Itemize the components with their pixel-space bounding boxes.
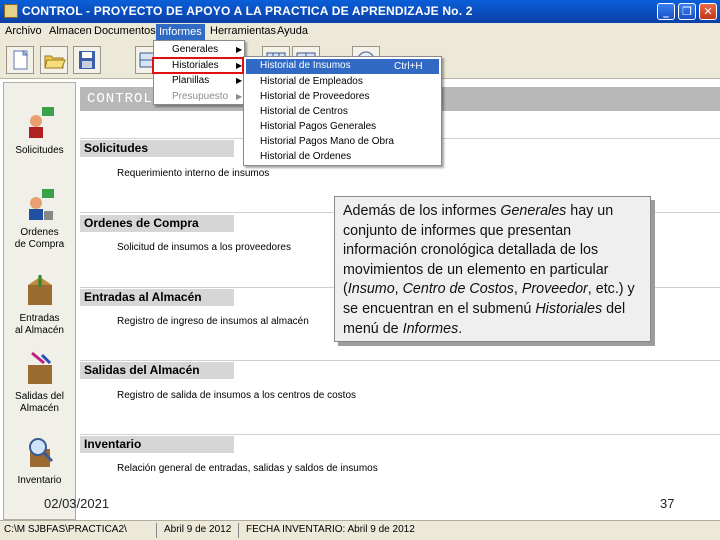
window-title: CONTROL - PROYECTO DE APOYO A LA PRACTIC… (22, 4, 473, 18)
menu-item-historial-centros[interactable]: Historial de Centros (260, 106, 348, 117)
section-link-salidas[interactable]: Registro de salida de insumos a los cent… (117, 390, 356, 401)
slide-page-number: 37 (660, 496, 675, 511)
box-in-icon (22, 273, 58, 307)
section-link-ordenes[interactable]: Solicitud de insumos a los proveedores (117, 242, 291, 253)
new-document-icon (13, 49, 29, 70)
save-button[interactable] (73, 46, 101, 74)
menu-herramientas[interactable]: Herramientas (210, 25, 276, 37)
menu-item-presupuesto: Presupuesto (172, 91, 229, 102)
close-button[interactable]: ✕ (699, 3, 717, 20)
sidebar-item-ordenes-compra[interactable]: Ordenes de Compra (4, 187, 75, 251)
status-inventory-date: FECHA INVENTARIO: Abril 9 de 2012 (246, 524, 415, 535)
minimize-button[interactable]: _ (657, 3, 675, 20)
explanation-callout: Además de los informes Generales hay un … (334, 196, 651, 342)
sidebar-item-label: Ordenes de Compra (14, 227, 65, 250)
menu-item-historial-insumos[interactable]: Historial de Insumos (260, 60, 351, 71)
section-header-solicitudes: Solicitudes (80, 140, 234, 157)
menu-item-historial-proveedores[interactable]: Historial de Proveedores (260, 91, 370, 102)
menu-informes[interactable]: Informes (156, 24, 205, 40)
submenu-arrow-icon: ▶ (236, 76, 243, 85)
menu-item-historial-pagos-mano-obra[interactable]: Historial Pagos Mano de Obra (260, 136, 394, 147)
menu-item-generales[interactable]: Generales (172, 44, 218, 55)
menu-bar: Archivo Almacen Documentos Informes Herr… (0, 23, 720, 41)
menu-item-planillas[interactable]: Planillas (172, 75, 209, 86)
sidebar-item-label: Entradas al Almacén (15, 313, 64, 336)
restore-button[interactable]: ❐ (678, 3, 696, 20)
section-header-salidas: Salidas del Almacén (80, 362, 234, 379)
sidebar-item-label: Solicitudes (15, 145, 64, 156)
section-link-inventario[interactable]: Relación general de entradas, salidas y … (117, 463, 378, 474)
sidebar-item-inventario[interactable]: Inventario (4, 435, 75, 487)
menu-almacen[interactable]: Almacen (49, 25, 92, 37)
menu-documentos[interactable]: Documentos (94, 25, 156, 37)
section-header-entradas: Entradas al Almacén (80, 289, 234, 306)
submenu-arrow-icon: ▶ (236, 92, 243, 101)
section-divider (80, 434, 720, 435)
sidebar-item-label: Inventario (17, 475, 62, 486)
menu-item-historial-pagos-generales[interactable]: Historial Pagos Generales (260, 121, 376, 132)
sidebar-item-solicitudes[interactable]: Solicitudes (4, 105, 75, 157)
person-request-icon (22, 105, 58, 139)
app-icon (4, 4, 18, 18)
sidebar-item-label: Salidas del Almacén (15, 391, 64, 414)
menu-item-historial-empleados[interactable]: Historial de Empleados (260, 76, 363, 87)
sidebar-item-salidas[interactable]: Salidas del Almacén (4, 351, 75, 415)
new-document-button[interactable] (6, 46, 34, 74)
sidebar-item-entradas[interactable]: Entradas al Almacén (4, 273, 75, 337)
section-divider (80, 360, 720, 361)
purchase-order-icon (22, 187, 58, 221)
menu-shortcut: Ctrl+H (394, 61, 423, 72)
status-separator (238, 523, 239, 538)
historiales-submenu: Historial de Insumos Ctrl+H Historial de… (243, 56, 442, 166)
highlight-box (152, 57, 244, 74)
callout-text: Además de los informes Generales hay un … (343, 203, 635, 337)
status-date: Abril 9 de 2012 (164, 524, 232, 535)
inventory-magnifier-icon (22, 435, 58, 469)
open-folder-button[interactable] (40, 46, 68, 74)
save-disk-icon (79, 51, 95, 69)
menu-archivo[interactable]: Archivo (5, 25, 42, 37)
section-link-solicitudes[interactable]: Requerimiento interno de insumos (117, 168, 269, 179)
slide-date: 02/03/2021 (44, 496, 110, 511)
status-path: C:\M SJBFAS\PRACTICA2\ (4, 524, 127, 535)
section-header-ordenes: Ordenes de Compra (80, 215, 234, 232)
status-bar: C:\M SJBFAS\PRACTICA2\ Abril 9 de 2012 F… (0, 520, 720, 540)
sidebar: Solicitudes Ordenes de Compra Entradas a… (3, 82, 76, 520)
title-bar: CONTROL - PROYECTO DE APOYO A LA PRACTIC… (0, 0, 720, 23)
menu-ayuda[interactable]: Ayuda (277, 25, 308, 37)
open-folder-icon (44, 55, 66, 69)
menu-item-historial-ordenes[interactable]: Historial de Ordenes (260, 151, 351, 162)
status-separator (156, 523, 157, 538)
box-out-icon (22, 351, 58, 385)
section-header-inventario: Inventario (80, 436, 234, 453)
submenu-arrow-icon: ▶ (236, 45, 243, 54)
section-link-entradas[interactable]: Registro de ingreso de insumos al almacé… (117, 316, 309, 327)
